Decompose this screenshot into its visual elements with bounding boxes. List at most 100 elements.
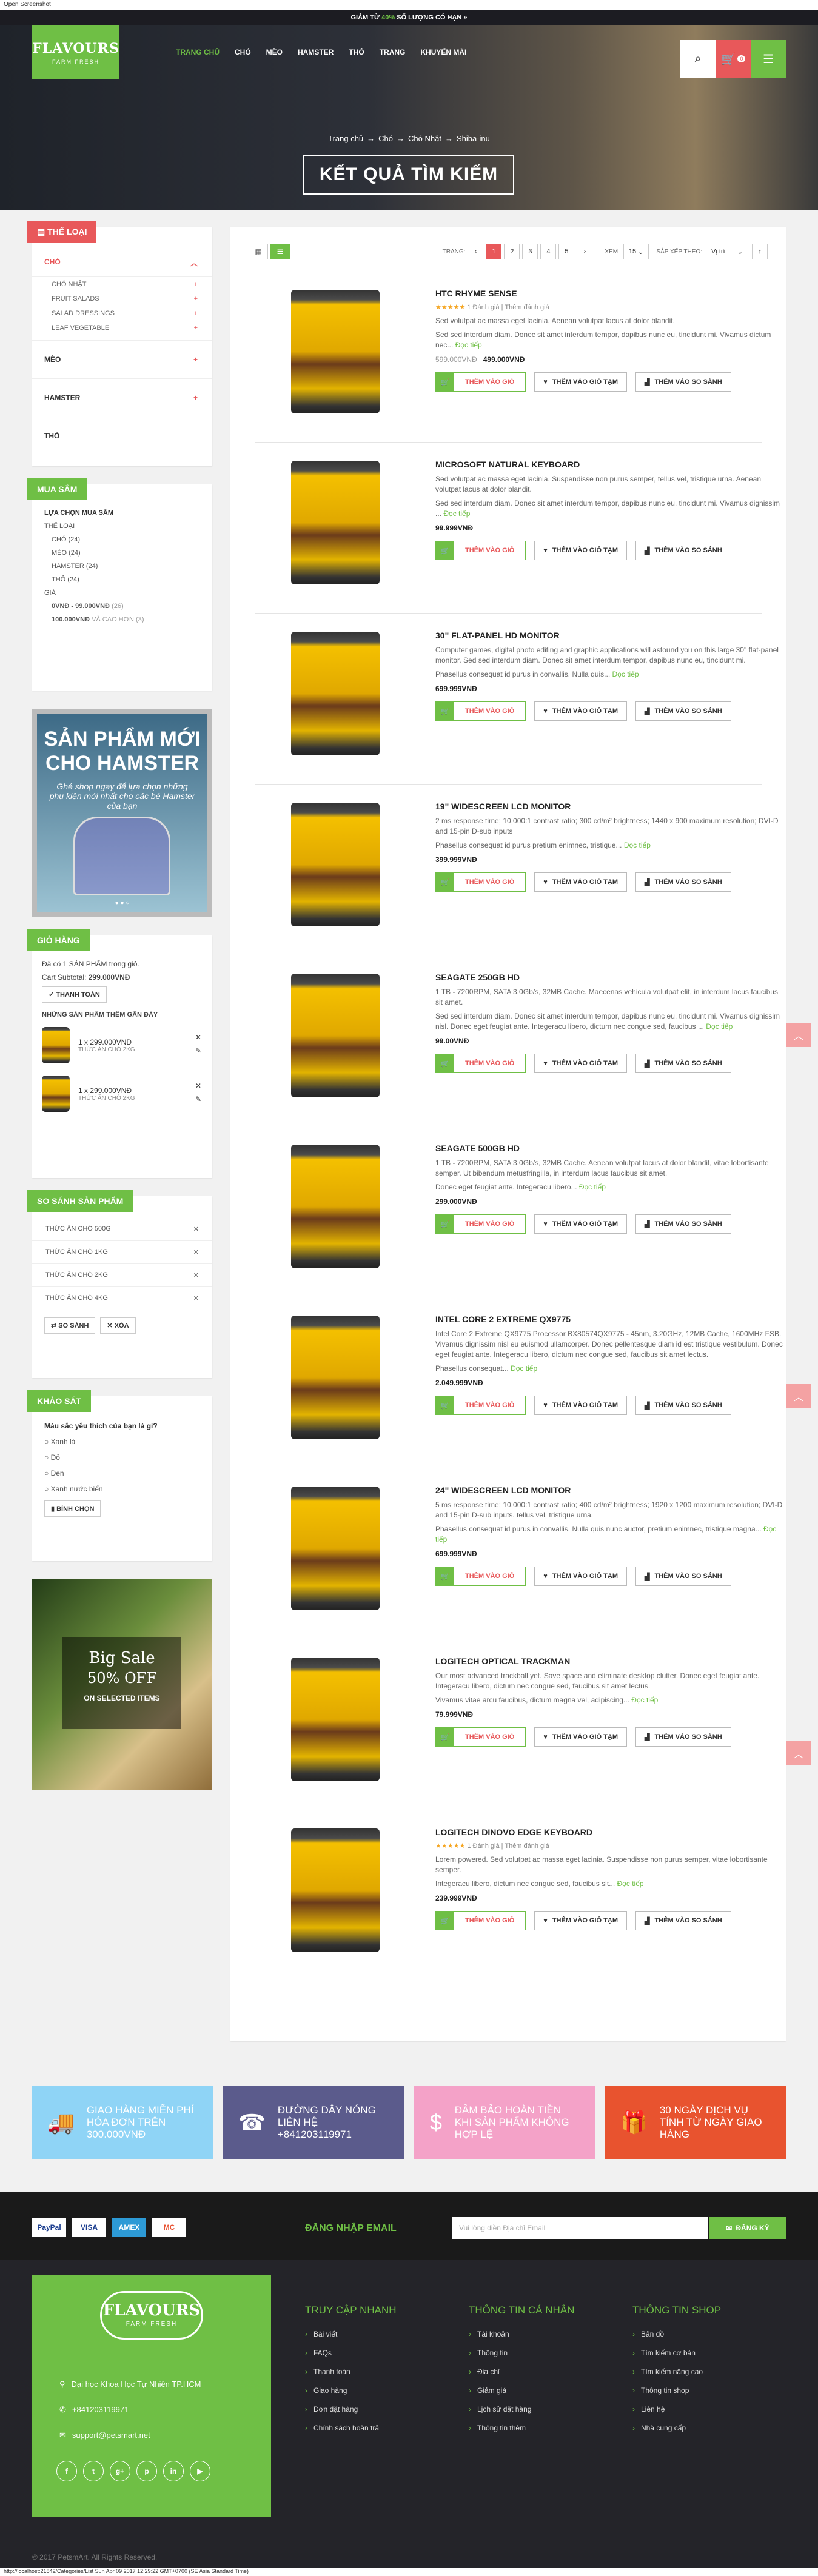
youtube-icon[interactable]: ▶ bbox=[190, 2461, 210, 2481]
nav-promotions[interactable]: KHUYẾN MÃI bbox=[420, 48, 466, 56]
add-to-cart-button[interactable]: 🛒 THÊM VÀO GIỎ bbox=[435, 1727, 526, 1747]
add-to-cart-button[interactable]: 🛒 THÊM VÀO GIỎ bbox=[435, 372, 526, 392]
scroll-top-button[interactable]: ︿ bbox=[786, 1384, 811, 1408]
survey-option[interactable]: ○ Đen bbox=[32, 1465, 212, 1481]
add-to-cart-button[interactable]: 🛒 THÊM VÀO GIỎ bbox=[435, 541, 526, 560]
footer-link[interactable]: Nhà cung cấp bbox=[632, 2424, 721, 2432]
filter-type-rabbit[interactable]: THỎ (24) bbox=[32, 573, 212, 586]
footer-link[interactable]: Tìm kiếm cơ bản bbox=[632, 2349, 721, 2357]
page-5[interactable]: 5 bbox=[558, 244, 575, 259]
add-to-cart-button[interactable]: 🛒 THÊM VÀO GIỎ bbox=[435, 1911, 526, 1930]
add-to-compare-button[interactable]: ▟ THÊM VÀO SO SÁNH bbox=[635, 1911, 731, 1930]
facebook-icon[interactable]: f bbox=[56, 2461, 77, 2481]
nav-rabbit[interactable]: THỎ bbox=[349, 48, 364, 56]
category-rabbit[interactable]: THỎ bbox=[32, 417, 212, 455]
service-hotline[interactable]: ☎ ĐƯỜNG DÂY NÓNG LIÊN HỆ +841203119971 bbox=[223, 2086, 404, 2159]
remove-icon[interactable]: ✕ bbox=[193, 1248, 199, 1256]
clear-compare-button[interactable]: ✕ XÓA bbox=[100, 1317, 136, 1334]
product-name[interactable]: 19" WIDESCREEN LCD MONITOR bbox=[435, 801, 784, 811]
newsletter-email-input[interactable]: Vui lòng điền Địa chỉ Email bbox=[452, 2217, 708, 2239]
linkedin-icon[interactable]: in bbox=[163, 2461, 184, 2481]
nav-hamster[interactable]: HAMSTER bbox=[298, 48, 334, 56]
page-size-select[interactable]: 15 ⌄ bbox=[623, 244, 649, 259]
plus-icon[interactable]: + bbox=[194, 324, 198, 332]
page-3[interactable]: 3 bbox=[522, 244, 538, 259]
footer-link[interactable]: Liên hệ bbox=[632, 2405, 721, 2414]
product-name[interactable]: INTEL CORE 2 EXTREME QX9775 bbox=[435, 1314, 784, 1324]
grid-view-icon[interactable]: ▦ bbox=[249, 244, 268, 259]
add-to-wishlist-button[interactable]: ♥ THÊM VÀO GIỎ TẠM bbox=[534, 1054, 627, 1073]
rating-text[interactable]: 1 Đánh giá | Thêm đánh giá bbox=[467, 1842, 549, 1850]
add-to-compare-button[interactable]: ▟ THÊM VÀO SO SÁNH bbox=[635, 1567, 731, 1586]
add-to-compare-button[interactable]: ▟ THÊM VÀO SO SÁNH bbox=[635, 541, 731, 560]
edit-icon[interactable]: ✎ bbox=[195, 1046, 201, 1055]
prev-page-button[interactable]: ‹ bbox=[468, 244, 484, 259]
product-name[interactable]: HTC RHYME SENSE bbox=[435, 289, 784, 298]
nav-dog[interactable]: CHÓ bbox=[235, 48, 251, 56]
vote-button[interactable]: ▮ BÌNH CHỌN bbox=[44, 1500, 101, 1517]
product-name[interactable]: MICROSOFT NATURAL KEYBOARD bbox=[435, 460, 784, 469]
nav-home[interactable]: TRANG CHỦ bbox=[176, 48, 220, 56]
subcategory-item[interactable]: FRUIT SALADS + bbox=[32, 292, 212, 306]
product-image[interactable] bbox=[291, 803, 380, 926]
footer-email[interactable]: ✉ support@petsmart.net bbox=[32, 2430, 178, 2440]
remove-icon[interactable]: ✕ bbox=[193, 1225, 199, 1233]
filter-type-hamster[interactable]: HAMSTER (24) bbox=[32, 560, 212, 573]
product-thumbnail[interactable] bbox=[42, 1027, 70, 1063]
breadcrumb-dog[interactable]: Chó bbox=[378, 134, 393, 143]
category-dog[interactable]: CHÓ ︿ bbox=[32, 249, 212, 277]
read-more-link[interactable]: Đọc tiếp bbox=[631, 1696, 658, 1704]
radio-icon[interactable]: ○ bbox=[44, 1469, 49, 1477]
survey-option[interactable]: ○ Xanh lá bbox=[32, 1434, 212, 1450]
product-name[interactable]: SEAGATE 250GB HD bbox=[435, 972, 784, 982]
compare-item[interactable]: THỨC ĂN CHÓ 4KG ✕ bbox=[32, 1287, 212, 1310]
footer-phone[interactable]: ✆ +841203119971 bbox=[32, 2405, 156, 2415]
read-more-link[interactable]: Đọc tiếp bbox=[511, 1364, 537, 1373]
remove-icon[interactable]: ✕ bbox=[195, 1082, 201, 1090]
add-to-wishlist-button[interactable]: ♥ THÊM VÀO GIỎ TẠM bbox=[534, 372, 627, 392]
product-image[interactable] bbox=[291, 1487, 380, 1610]
footer-link[interactable]: FAQs bbox=[305, 2349, 397, 2357]
remove-icon[interactable]: ✕ bbox=[195, 1033, 201, 1042]
cart-icon[interactable]: 🛒 0 bbox=[716, 40, 751, 78]
add-to-wishlist-button[interactable]: ♥ THÊM VÀO GIỎ TẠM bbox=[534, 701, 627, 721]
recent-item[interactable]: 1 x 299.000VNĐ THỨC ĂN CHÓ 2KG ✕ ✎ bbox=[32, 1021, 212, 1069]
add-to-compare-button[interactable]: ▟ THÊM VÀO SO SÁNH bbox=[635, 1214, 731, 1234]
radio-icon[interactable]: ○ bbox=[44, 1485, 49, 1493]
rating-text[interactable]: 1 Đánh giá | Thêm đánh giá bbox=[467, 304, 549, 311]
edit-icon[interactable]: ✎ bbox=[195, 1095, 201, 1103]
plus-icon[interactable]: + bbox=[194, 295, 198, 303]
add-to-wishlist-button[interactable]: ♥ THÊM VÀO GIỎ TẠM bbox=[534, 541, 627, 560]
filter-price-low[interactable]: 0VNĐ - 99.000VNĐ (26) bbox=[32, 600, 212, 613]
footer-link[interactable]: Tìm kiếm nâng cao bbox=[632, 2367, 721, 2376]
site-logo[interactable]: FLAVOURS FARM FRESH bbox=[32, 25, 119, 79]
footer-link[interactable]: Tài khoản bbox=[469, 2330, 574, 2338]
subcategory-item[interactable]: SALAD DRESSINGS + bbox=[32, 306, 212, 321]
list-view-icon[interactable]: ☰ bbox=[270, 244, 290, 259]
product-image[interactable] bbox=[291, 461, 380, 584]
search-icon[interactable]: ⌕ bbox=[680, 40, 716, 78]
filter-type-cat[interactable]: MÈO (24) bbox=[32, 546, 212, 560]
footer-link[interactable]: Bài viết bbox=[305, 2330, 397, 2338]
add-to-compare-button[interactable]: ▟ THÊM VÀO SO SÁNH bbox=[635, 1396, 731, 1415]
footer-link[interactable]: Đơn đặt hàng bbox=[305, 2405, 397, 2414]
recent-item[interactable]: 1 x 299.000VNĐ THỨC ĂN CHÓ 2KG ✕ ✎ bbox=[32, 1069, 212, 1118]
plus-icon[interactable]: + bbox=[193, 393, 198, 402]
category-cat[interactable]: MÈO + bbox=[32, 341, 212, 379]
add-to-compare-button[interactable]: ▟ THÊM VÀO SO SÁNH bbox=[635, 1054, 731, 1073]
product-name[interactable]: LOGITECH OPTICAL TRACKMAN bbox=[435, 1656, 784, 1666]
footer-link[interactable]: Thông tin bbox=[469, 2349, 574, 2357]
sort-direction-button[interactable]: ↑ bbox=[752, 244, 768, 259]
newsletter-subscribe-button[interactable]: ✉ ĐĂNG KÝ bbox=[709, 2217, 786, 2239]
nav-pages[interactable]: TRANG bbox=[380, 48, 406, 56]
compare-item[interactable]: THỨC ĂN CHÓ 1KG ✕ bbox=[32, 1241, 212, 1264]
subcategory-item[interactable]: CHÓ NHẬT + bbox=[32, 277, 212, 292]
breadcrumb-home[interactable]: Trang chủ bbox=[328, 134, 363, 143]
remove-icon[interactable]: ✕ bbox=[193, 1271, 199, 1279]
scroll-top-button[interactable]: ︿ bbox=[786, 1023, 811, 1047]
compare-item[interactable]: THỨC ĂN CHÓ 500G ✕ bbox=[32, 1218, 212, 1241]
read-more-link[interactable]: Đọc tiếp bbox=[443, 509, 470, 518]
add-to-cart-button[interactable]: 🛒 THÊM VÀO GIỎ bbox=[435, 1054, 526, 1073]
product-name[interactable]: 24" WIDESCREEN LCD MONITOR bbox=[435, 1485, 784, 1495]
read-more-link[interactable]: Đọc tiếp bbox=[455, 341, 482, 349]
